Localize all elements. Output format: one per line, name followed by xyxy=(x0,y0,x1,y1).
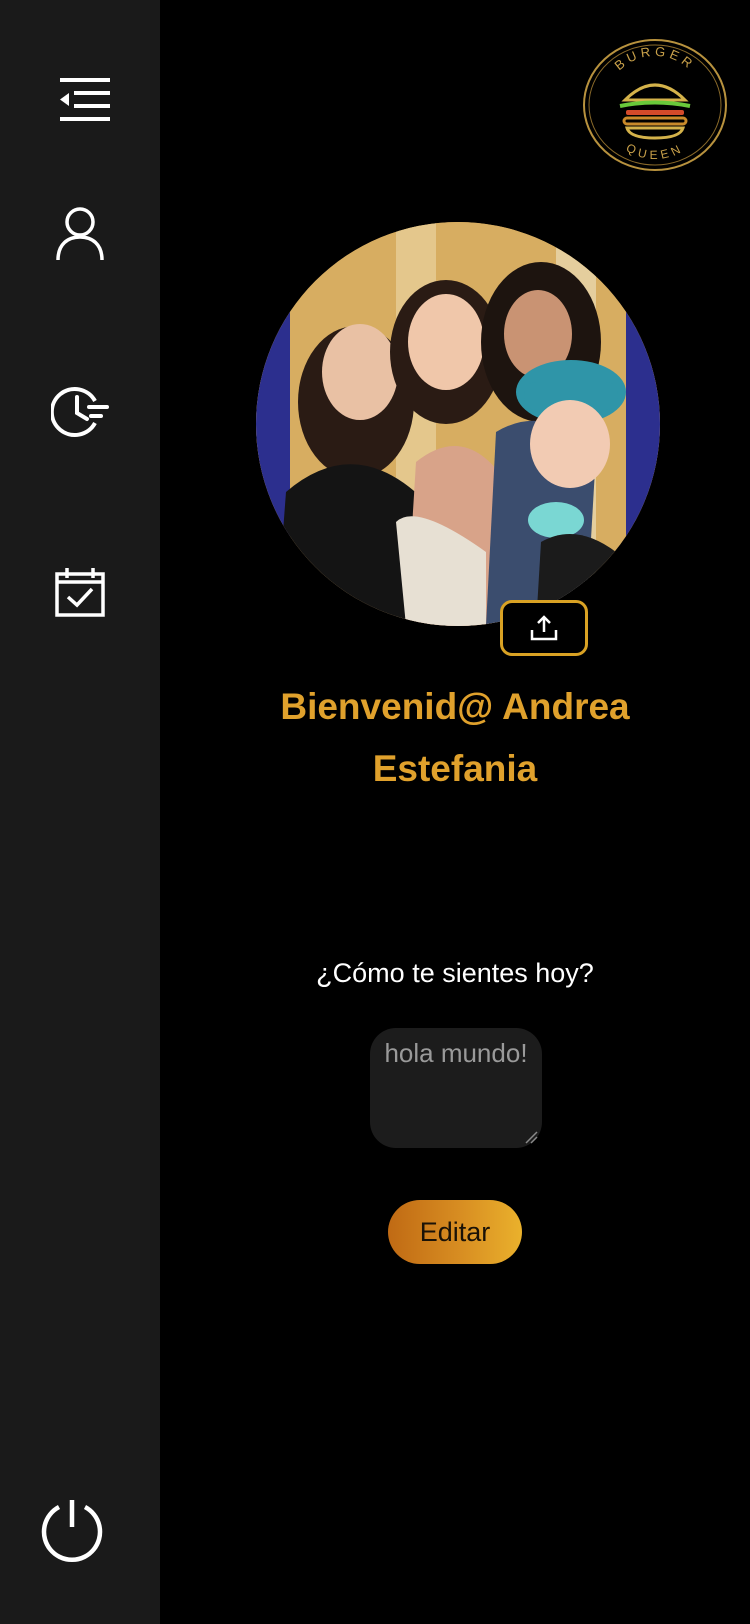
avatar xyxy=(256,222,660,626)
svg-text:BURGER: BURGER xyxy=(612,44,699,74)
history-nav-button[interactable] xyxy=(0,374,160,450)
edit-button[interactable]: Editar xyxy=(388,1200,522,1264)
burger-icon: BURGER QUEEN xyxy=(583,39,727,171)
resize-grip-icon[interactable] xyxy=(524,1130,538,1144)
sidebar xyxy=(0,0,160,1624)
collapse-menu-button[interactable] xyxy=(0,62,160,138)
profile-main: BURGER QUEEN Bienvenid@ Andrea Estefania… xyxy=(160,0,750,1624)
calendar-nav-button[interactable] xyxy=(0,552,160,632)
svg-text:QUEEN: QUEEN xyxy=(624,141,686,163)
power-icon xyxy=(41,1500,103,1563)
mood-question-label: ¿Cómo te sientes hoy? xyxy=(316,958,594,988)
history-clock-icon xyxy=(51,387,109,437)
welcome-heading: Bienvenid@ Andrea Estefania xyxy=(280,686,630,789)
upload-photo-button[interactable] xyxy=(500,600,588,656)
logout-button[interactable] xyxy=(0,1488,160,1572)
upload-icon xyxy=(530,615,558,641)
collapse-menu-icon xyxy=(60,78,110,121)
user-icon xyxy=(56,207,104,261)
profile-photo xyxy=(256,222,660,626)
calendar-check-icon xyxy=(55,568,105,617)
burger-queen-logo: BURGER QUEEN xyxy=(580,36,730,174)
avatar-container xyxy=(256,222,660,626)
mood-textarea[interactable]: hola mundo! xyxy=(370,1028,542,1148)
profile-nav-button[interactable] xyxy=(0,196,160,272)
